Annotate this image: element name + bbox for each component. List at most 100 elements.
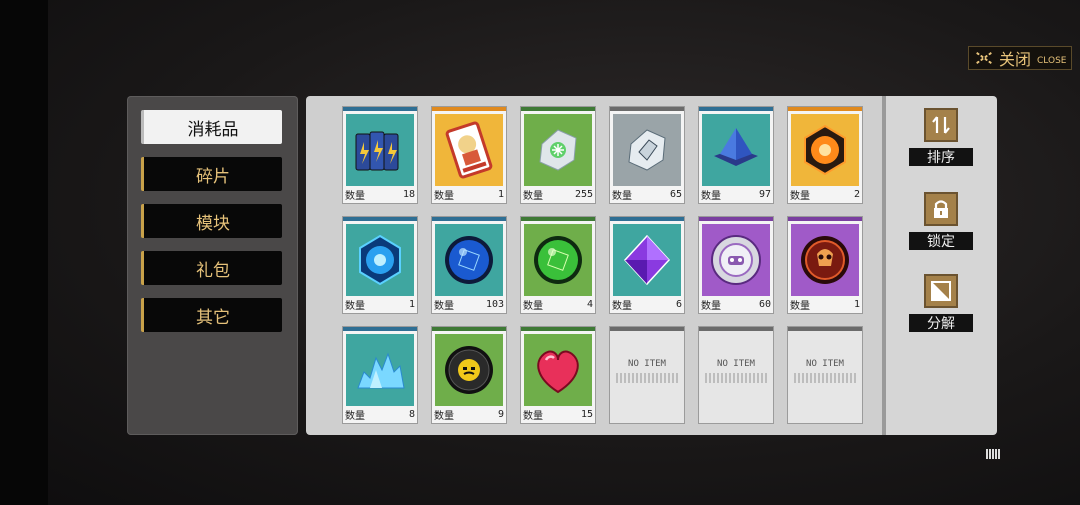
close-label: 关闭 xyxy=(999,50,1032,69)
qty-value: 60 xyxy=(758,298,771,310)
purple-emblem-icon xyxy=(702,224,770,296)
empty-item-slot: NO ITEM xyxy=(609,326,685,424)
lock-button[interactable]: 锁定 xyxy=(908,192,974,250)
corner-decoration xyxy=(986,449,1000,459)
rarity-bar xyxy=(521,107,595,111)
qty-label: 数量 xyxy=(434,190,454,202)
lock-icon xyxy=(924,192,958,226)
category-modules[interactable]: 模块 xyxy=(141,204,282,238)
rarity-bar xyxy=(788,327,862,331)
category-gift-packs[interactable]: 礼包 xyxy=(141,251,282,285)
close-sub-label: CLOSE xyxy=(1037,56,1067,66)
qty-label: 数量 xyxy=(523,190,543,202)
rarity-bar xyxy=(610,327,684,331)
item-slot[interactable]: 数量 15 xyxy=(520,326,596,424)
rarity-bar xyxy=(610,107,684,111)
qty-value: 2 xyxy=(853,188,860,200)
qty-value: 65 xyxy=(669,188,682,200)
item-slot[interactable]: 数量 8 xyxy=(342,326,418,424)
blue-pyramid-icon xyxy=(702,114,770,186)
category-others[interactable]: 其它 xyxy=(141,298,282,332)
pink-heart-icon xyxy=(524,334,592,406)
qty-value: 97 xyxy=(758,188,771,200)
qty-value: 6 xyxy=(675,298,682,310)
purple-gem-icon xyxy=(613,224,681,296)
yellow-face-disc-icon xyxy=(435,334,503,406)
rarity-bar xyxy=(343,217,417,221)
empty-item-slot: NO ITEM xyxy=(787,326,863,424)
rarity-bar xyxy=(788,107,862,111)
rarity-bar xyxy=(432,327,506,331)
item-slot[interactable]: 数量 65 xyxy=(609,106,685,204)
qty-label: 数量 xyxy=(523,410,543,422)
sort-icon xyxy=(924,108,958,142)
rarity-bar xyxy=(699,217,773,221)
item-slot[interactable]: 数量 4 xyxy=(520,216,596,314)
qty-value: 103 xyxy=(485,298,504,310)
qty-value: 18 xyxy=(402,188,415,200)
sort-label: 排序 xyxy=(909,148,973,166)
qty-value: 255 xyxy=(574,188,593,200)
lock-label: 锁定 xyxy=(909,232,973,250)
category-consumables[interactable]: 消耗品 xyxy=(141,110,282,144)
item-slot[interactable]: 数量 97 xyxy=(698,106,774,204)
empty-slot-text: NO ITEM xyxy=(806,359,844,369)
item-slot[interactable]: 数量 60 xyxy=(698,216,774,314)
item-slot[interactable]: 数量 103 xyxy=(431,216,507,314)
qty-value: 1 xyxy=(497,188,504,200)
empty-slot-text: NO ITEM xyxy=(628,359,666,369)
disassemble-icon xyxy=(924,274,958,308)
item-slot[interactable]: 数量 2 xyxy=(787,106,863,204)
item-slot[interactable]: 数量 1 xyxy=(431,106,507,204)
gray-crystal-chip-icon xyxy=(613,114,681,186)
battery-pack-icon xyxy=(346,114,414,186)
rarity-bar xyxy=(521,217,595,221)
qty-label: 数量 xyxy=(345,410,365,422)
blue-hex-core-icon xyxy=(346,224,414,296)
item-slot[interactable]: 数量 18 xyxy=(342,106,418,204)
rarity-bar xyxy=(788,217,862,221)
item-slot[interactable]: 数量 255 xyxy=(520,106,596,204)
item-slot[interactable]: 数量 1 xyxy=(342,216,418,314)
item-grid: 数量 18 数量 1 数量 255 数量 65 数量 97 数量 2 数量 1 … xyxy=(306,96,882,435)
qty-label: 数量 xyxy=(434,300,454,312)
qty-label: 数量 xyxy=(434,410,454,422)
sort-button[interactable]: 排序 xyxy=(908,108,974,166)
green-orb-icon xyxy=(524,224,592,296)
category-label: 礼包 xyxy=(196,260,230,281)
empty-slot-text: NO ITEM xyxy=(717,359,755,369)
qty-label: 数量 xyxy=(612,300,632,312)
disassemble-button[interactable]: 分解 xyxy=(908,274,974,332)
qty-label: 数量 xyxy=(345,300,365,312)
orange-core-icon xyxy=(791,114,859,186)
rarity-bar xyxy=(699,107,773,111)
item-slot[interactable]: 数量 6 xyxy=(609,216,685,314)
item-slot[interactable]: 数量 9 xyxy=(431,326,507,424)
qty-label: 数量 xyxy=(701,190,721,202)
qty-label: 数量 xyxy=(701,300,721,312)
close-button[interactable]: 关闭 CLOSE xyxy=(968,46,1072,70)
close-icon xyxy=(975,51,993,65)
qty-value: 1 xyxy=(408,298,415,310)
empty-slot-pattern xyxy=(616,373,678,383)
blue-crystal-pile-icon xyxy=(346,334,414,406)
empty-slot-pattern xyxy=(794,373,856,383)
red-skull-orb-icon xyxy=(791,224,859,296)
qty-value: 8 xyxy=(408,408,415,420)
category-fragments[interactable]: 碎片 xyxy=(141,157,282,191)
item-slot[interactable]: 数量 1 xyxy=(787,216,863,314)
category-label: 其它 xyxy=(196,307,230,328)
qty-value: 1 xyxy=(853,298,860,310)
qty-value: 15 xyxy=(580,408,593,420)
action-panel: 排序 锁定 分解 xyxy=(886,96,997,435)
qty-label: 数量 xyxy=(790,190,810,202)
rarity-bar xyxy=(521,327,595,331)
category-label: 消耗品 xyxy=(187,119,239,140)
disassemble-label: 分解 xyxy=(909,314,973,332)
left-edge-strip xyxy=(0,0,48,505)
rarity-bar xyxy=(432,217,506,221)
rarity-bar xyxy=(343,327,417,331)
rarity-bar xyxy=(343,107,417,111)
qty-label: 数量 xyxy=(790,300,810,312)
rarity-bar xyxy=(610,217,684,221)
